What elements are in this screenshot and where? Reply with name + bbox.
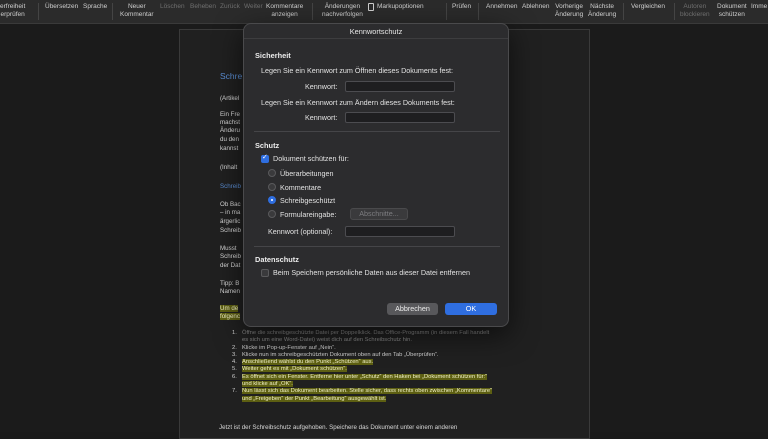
review-ribbon: erfreiheit erprüfen Übersetzen Sprache Ne… [0, 0, 768, 24]
ribbon-review-button[interactable]: Prüfen [452, 3, 471, 11]
dialog-title: Kennwortschutz [244, 24, 508, 39]
step-text: Weiter geht es mit „Dokument schützen“. [242, 366, 347, 373]
radio-form-input-label: Formulareingabe: [280, 210, 337, 219]
step-text: Öffne die schreibgeschützte Datei per Do… [242, 330, 490, 344]
doc-highlighted-line: Um de [220, 305, 239, 313]
open-password-field[interactable] [345, 81, 455, 92]
doc-line: Schreib [220, 227, 241, 234]
instruction-steps: 1. Öffne die schreibgeschützte Datei per … [232, 330, 494, 403]
section-divider [254, 131, 500, 132]
ribbon-resolve-button[interactable]: Beheben [190, 3, 216, 11]
ribbon-separator [112, 3, 113, 20]
ribbon-previous-change-button[interactable]: Vorherige Änderung [555, 3, 583, 18]
radio-tracked-changes-label: Überarbeitungen [280, 169, 334, 178]
protect-document-checkbox[interactable] [261, 153, 269, 163]
ribbon-block-authors-button[interactable]: Autoren blockieren [680, 3, 710, 18]
ribbon-next-change-button[interactable]: Nächste Änderung [588, 3, 616, 18]
doc-cutoff-line: Jetzt ist der Schreibschutz aufgehoben. … [219, 424, 458, 431]
radio-read-only[interactable] [268, 196, 276, 204]
doc-line: du den [220, 136, 239, 143]
ribbon-markup-options-label: Markupoptionen [377, 3, 424, 11]
ribbon-compare-button[interactable]: Vergleichen [631, 3, 665, 11]
list-item: 6. Es öffnet sich ein Fenster. Entferne h… [232, 373, 488, 388]
remove-personal-info-label: Beim Speichern persönliche Daten aus die… [273, 268, 470, 277]
document-heading: Schre [220, 71, 243, 81]
ribbon-previous-comment-button[interactable]: Zurück [220, 3, 240, 11]
list-item: 1. Öffne die schreibgeschützte Datei per … [232, 330, 494, 345]
ok-button[interactable]: OK [445, 303, 497, 315]
sections-button[interactable]: Abschnitte... [350, 208, 408, 220]
step-text: Anschließend wählst du den Punkt „Schütz… [242, 359, 374, 366]
list-item: 2. Klicke im Pop-up-Fenster auf „Nein“. [232, 345, 494, 352]
ribbon-reject-button[interactable]: Ablehnen [522, 3, 549, 11]
step-text: Klicke nun im schreibgeschützten Dokumen… [242, 351, 439, 358]
list-item: 7. Nun lässt sich das Dokument bearbeiten… [232, 388, 493, 402]
ribbon-separator [674, 3, 675, 20]
step-text: Es öffnet sich ein Fenster. Entferne hie… [242, 373, 488, 388]
security-section-heading: Sicherheit [255, 51, 291, 60]
privacy-section-heading: Datenschutz [255, 255, 299, 264]
ribbon-language-button[interactable]: Sprache [83, 3, 107, 11]
ribbon-protect-document-button[interactable]: Dokument schützen [717, 3, 747, 18]
ribbon-separator [38, 3, 39, 20]
ribbon-separator [312, 3, 313, 20]
doc-line: machst [220, 119, 240, 126]
list-item: 5. Weiter geht es mit „Dokument schützen“… [232, 366, 347, 373]
doc-line: Musst [220, 245, 237, 252]
password-protection-dialog: Kennwortschutz Sicherheit Legen Sie ein … [243, 23, 509, 327]
ribbon-track-changes-button[interactable]: Änderungen nachverfolgen [322, 3, 363, 18]
ribbon-next-comment-button[interactable]: Weiter [244, 3, 263, 11]
step-text: Nun lässt sich das Dokument bearbeiten. … [242, 388, 493, 402]
optional-password-field[interactable] [345, 226, 455, 237]
protection-section-heading: Schutz [255, 141, 280, 150]
markup-options-icon [368, 3, 374, 11]
radio-comments-label: Kommentare [280, 183, 322, 192]
doc-line: – in ma [220, 209, 241, 216]
ribbon-new-comment-button[interactable]: Neuer Kommentar [120, 3, 154, 18]
cancel-button[interactable]: Abbrechen [387, 303, 438, 315]
radio-read-only-label: Schreibgeschützt [280, 196, 336, 205]
doc-line: Tipp: B [220, 280, 240, 287]
remove-personal-info-checkbox[interactable] [261, 269, 269, 277]
list-item: 3. Klicke nun im schreibgeschützten Dokum… [232, 352, 494, 359]
section-divider [254, 246, 500, 247]
ribbon-translate-button[interactable]: Übersetzen [45, 3, 78, 11]
ribbon-separator [478, 3, 479, 20]
open-password-prompt: Legen Sie ein Kennwort zum Öffnen dieses… [261, 66, 454, 75]
radio-tracked-changes[interactable] [268, 169, 276, 177]
protect-document-label: Dokument schützen für: [273, 154, 349, 163]
doc-line: kannst [220, 145, 239, 152]
doc-subheading: Schreib [220, 183, 241, 190]
doc-highlighted-line: folgenc [220, 313, 240, 321]
ribbon-delete-button[interactable]: Löschen [160, 3, 185, 11]
doc-line: der Dat [220, 262, 241, 269]
ribbon-markup-options-button[interactable]: Markupoptionen [368, 3, 424, 11]
open-password-label: Kennwort: [305, 82, 338, 91]
radio-comments[interactable] [268, 183, 276, 191]
doc-line: Schreib [220, 253, 241, 260]
radio-form-input[interactable] [268, 210, 276, 218]
doc-line: (Inhalt [220, 164, 238, 171]
doc-line: Ein Fre [220, 111, 240, 118]
optional-password-label: Kennwort (optional): [268, 227, 333, 236]
doc-line: Ob Bac [220, 201, 241, 208]
doc-line: Änderu [220, 127, 240, 134]
list-item: 4. Anschließend wählst du den Punkt „Schü… [232, 359, 374, 366]
ribbon-always-button[interactable]: Imme [751, 3, 767, 11]
step-text: Klicke im Pop-up-Fenster auf „Nein“. [242, 344, 336, 351]
ribbon-accept-button[interactable]: Annehmen [486, 3, 517, 11]
modify-password-label: Kennwort: [305, 113, 338, 122]
doc-line: Namen [220, 288, 240, 295]
ribbon-spelling-check[interactable]: erfreiheit erprüfen [0, 3, 25, 18]
doc-line: ärgerlic [220, 218, 241, 225]
ribbon-show-comments-button[interactable]: Kommentare anzeigen [266, 3, 303, 18]
modify-password-prompt: Legen Sie ein Kennwort zum Ändern dieses… [261, 98, 455, 107]
doc-line: (Artikel [220, 95, 240, 102]
modify-password-field[interactable] [345, 112, 455, 123]
ribbon-separator [623, 3, 624, 20]
ribbon-separator [446, 3, 447, 20]
